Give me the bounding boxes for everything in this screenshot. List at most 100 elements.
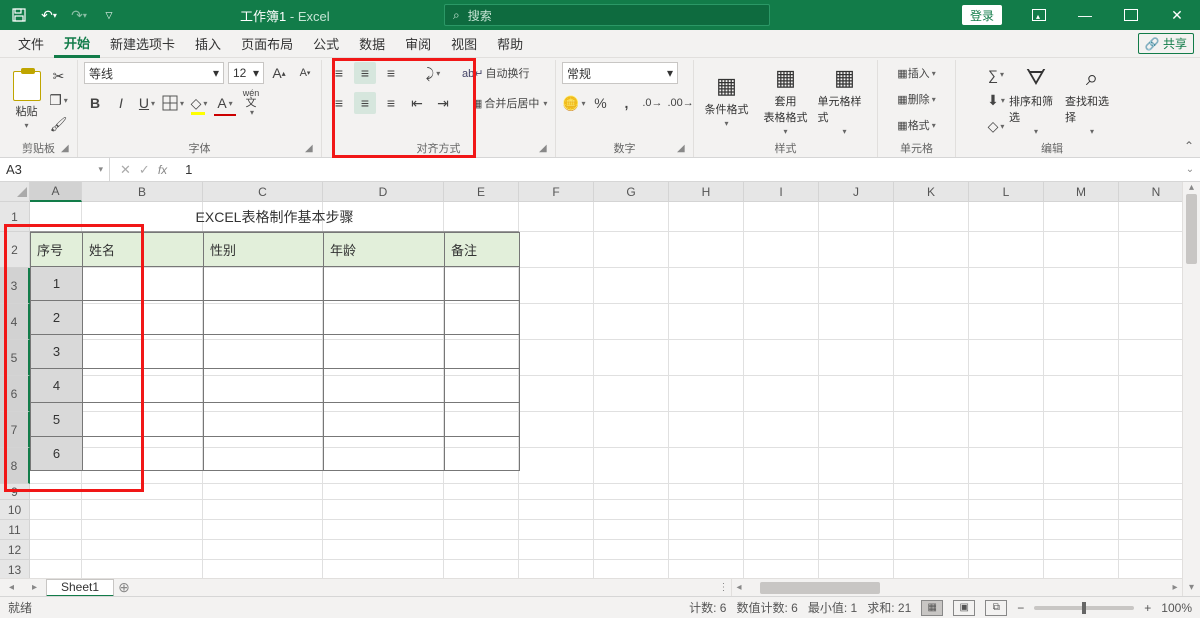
cell[interactable] [519,560,594,580]
cell[interactable] [30,520,82,540]
table-cell[interactable] [83,267,142,301]
cell[interactable] [1044,520,1119,540]
cell[interactable] [744,484,819,500]
table-cell[interactable]: 6 [31,437,83,471]
cell[interactable] [819,202,894,232]
align-bottom-button[interactable]: ≡ [380,62,402,84]
cell[interactable] [1044,202,1119,232]
conditional-format-button[interactable]: ▦条件格式▾ [700,67,754,135]
tab-split-handle[interactable]: ⋮ [716,578,732,596]
decrease-decimal-button[interactable]: .00→ [667,92,693,114]
table-cell[interactable] [445,403,520,437]
table-cell[interactable] [142,301,204,335]
redo-button[interactable]: ↷▾ [66,2,92,28]
cell[interactable] [669,202,744,232]
cell[interactable] [594,202,669,232]
cell[interactable] [1044,560,1119,580]
format-cells-button[interactable]: ▦ 格式▾ [897,114,935,136]
tab-home[interactable]: 开始 [54,30,100,58]
sheet-tab-1[interactable]: Sheet1 [46,579,114,597]
cell[interactable] [669,484,744,500]
cell[interactable] [1044,540,1119,560]
row-header-10[interactable]: 10 [0,500,30,520]
horizontal-scrollbar[interactable]: ◂ ▸ [732,578,1182,596]
merge-center-button[interactable]: ▦合并后居中▾ [472,92,547,114]
cell[interactable] [203,500,323,520]
number-format-select[interactable]: 常规▾ [562,62,678,84]
grid[interactable]: ABCDEFGHIJKLMN 1234567891011121314 EXCEL… [0,182,1200,596]
cell[interactable] [744,540,819,560]
row-header-12[interactable]: 12 [0,540,30,560]
undo-button[interactable]: ↶▾ [36,2,62,28]
increase-indent-button[interactable]: ⇥ [432,92,454,114]
cell[interactable] [669,376,744,412]
percent-button[interactable]: % [589,92,611,114]
clear-button[interactable]: ◇▾ [985,116,1007,138]
cell[interactable] [744,202,819,232]
table-cell[interactable] [445,267,520,301]
cell[interactable] [30,484,82,500]
number-launcher[interactable]: ◢ [677,143,689,155]
column-header-M[interactable]: M [1044,182,1119,202]
font-launcher[interactable]: ◢ [305,143,317,155]
find-select-button[interactable]: ⌕查找和选择▾ [1065,67,1119,135]
cell[interactable] [519,304,594,340]
tab-insert[interactable]: 插入 [185,30,231,58]
table-header[interactable]: 序号 [31,233,83,267]
cell[interactable] [969,304,1044,340]
cell[interactable] [519,484,594,500]
column-header-A[interactable]: A [30,182,82,202]
table-cell[interactable]: 5 [31,403,83,437]
cell[interactable] [30,500,82,520]
cell[interactable] [819,500,894,520]
maximize-button[interactable] [1108,0,1154,30]
enter-formula-button[interactable]: ✓ [139,162,150,178]
borders-button[interactable]: ▾ [162,92,184,114]
cell[interactable] [969,268,1044,304]
table-cell[interactable]: 1 [31,267,83,301]
table-cell[interactable] [445,301,520,335]
row-header-4[interactable]: 4 [0,304,30,340]
cell[interactable] [894,376,969,412]
cell[interactable] [519,376,594,412]
table-cell[interactable]: 2 [31,301,83,335]
cell[interactable] [744,500,819,520]
row-header-9[interactable]: 9 [0,484,30,500]
table-cell[interactable]: 3 [31,335,83,369]
column-header-D[interactable]: D [323,182,444,202]
cell[interactable] [669,412,744,448]
row-header-1[interactable]: 1 [0,202,30,232]
add-sheet-button[interactable]: ⊕ [114,579,134,596]
align-left-button[interactable]: ≡ [328,92,350,114]
tab-help[interactable]: 帮助 [487,30,533,58]
cell[interactable] [969,340,1044,376]
name-box[interactable]: A3▾ [0,158,110,182]
row-header-5[interactable]: 5 [0,340,30,376]
cell[interactable] [669,500,744,520]
cell[interactable] [82,520,203,540]
cell[interactable] [594,484,669,500]
column-header-J[interactable]: J [819,182,894,202]
tab-scroll-right[interactable]: ▸ [32,582,37,593]
save-icon[interactable] [6,2,32,28]
cell[interactable] [669,268,744,304]
cell[interactable] [444,520,519,540]
cell[interactable] [894,448,969,484]
zoom-slider[interactable] [1034,606,1134,610]
cell[interactable] [594,540,669,560]
table-header[interactable]: 姓名 [83,233,142,267]
cell[interactable] [30,540,82,560]
cell[interactable] [1044,412,1119,448]
table-cell[interactable] [204,403,324,437]
close-button[interactable]: ✕ [1154,0,1200,30]
cell[interactable] [323,484,444,500]
cell[interactable] [594,376,669,412]
cell[interactable] [594,448,669,484]
table-cell[interactable] [83,369,142,403]
cell[interactable] [894,560,969,580]
cell[interactable] [1044,268,1119,304]
cell[interactable] [819,376,894,412]
cell[interactable] [82,560,203,580]
vertical-scrollbar[interactable]: ▴ ▾ [1182,182,1200,596]
column-header-H[interactable]: H [669,182,744,202]
